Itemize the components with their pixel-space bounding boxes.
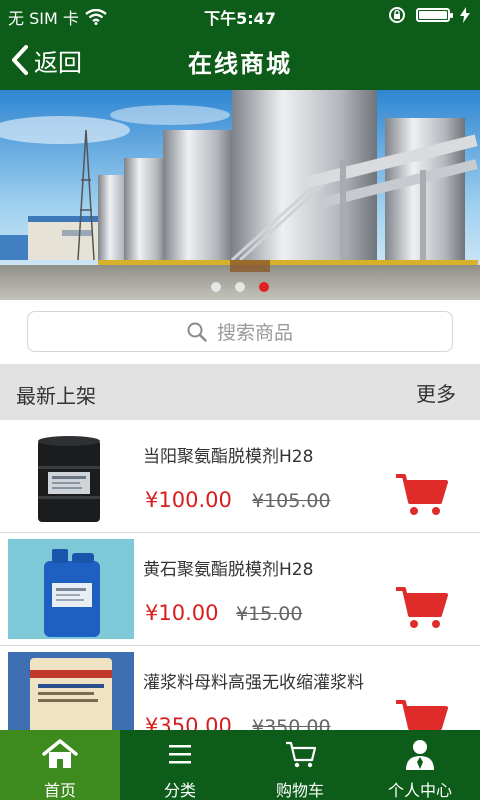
nav-bar: 返回 在线商城 <box>0 30 480 90</box>
section-header-new-arrivals: 最新上架 更多 <box>0 364 480 420</box>
carousel-dot[interactable] <box>235 282 245 292</box>
carousel-indicator <box>0 282 480 292</box>
add-to-cart-icon[interactable] <box>394 585 448 629</box>
home-icon <box>42 739 78 768</box>
product-name: 黄石聚氨酯脱模剂H28 <box>143 560 314 580</box>
status-bar: 无 SIM 卡 下午5:47 <box>0 0 480 30</box>
battery-icon <box>416 8 453 22</box>
product-image <box>8 426 134 526</box>
section-title: 最新上架 <box>16 384 96 408</box>
more-link[interactable]: 更多 <box>416 378 456 407</box>
user-icon <box>406 740 434 770</box>
cart-icon <box>286 741 317 768</box>
product-name: 当阳聚氨酯脱模剂H28 <box>143 447 314 467</box>
menu-icon <box>169 745 191 764</box>
search-icon <box>187 322 207 342</box>
product-price: ¥10.00 <box>145 601 219 625</box>
rotation-lock-icon <box>389 7 405 23</box>
banner-carousel[interactable] <box>0 90 480 300</box>
product-original-price: ¥15.00 <box>236 603 303 625</box>
search-placeholder: 搜索商品 <box>216 322 293 344</box>
bottom-tab-bar: 首页 分类 购物车 个人中心 <box>0 730 480 800</box>
tab-label: 首页 <box>43 781 76 800</box>
product-item[interactable]: 当阳聚氨酯脱模剂H28 ¥100.00 ¥105.00 <box>0 420 480 533</box>
tab-home[interactable]: 首页 <box>0 730 120 800</box>
product-image <box>8 539 134 639</box>
tab-category[interactable]: 分类 <box>120 730 240 800</box>
tab-profile[interactable]: 个人中心 <box>360 730 480 800</box>
page-title: 在线商城 <box>188 50 292 78</box>
search-input[interactable]: 搜索商品 <box>27 311 453 352</box>
tab-label: 购物车 <box>275 781 324 800</box>
tab-cart[interactable]: 购物车 <box>240 730 360 800</box>
product-original-price: ¥105.00 <box>252 490 331 512</box>
product-price: ¥100.00 <box>145 488 232 512</box>
tab-label: 个人中心 <box>387 781 452 800</box>
tab-label: 分类 <box>163 781 196 800</box>
status-right <box>388 6 470 24</box>
carousel-dot[interactable] <box>211 282 221 292</box>
carousel-dot[interactable] <box>259 282 269 292</box>
banner-image <box>0 90 480 300</box>
battery-fill <box>419 11 447 19</box>
charging-icon <box>460 7 470 23</box>
product-item[interactable]: 黄石聚氨酯脱模剂H28 ¥10.00 ¥15.00 <box>0 533 480 646</box>
add-to-cart-icon[interactable] <box>394 472 448 516</box>
product-name: 灌浆料母料高强无收缩灌浆料 <box>143 673 364 693</box>
